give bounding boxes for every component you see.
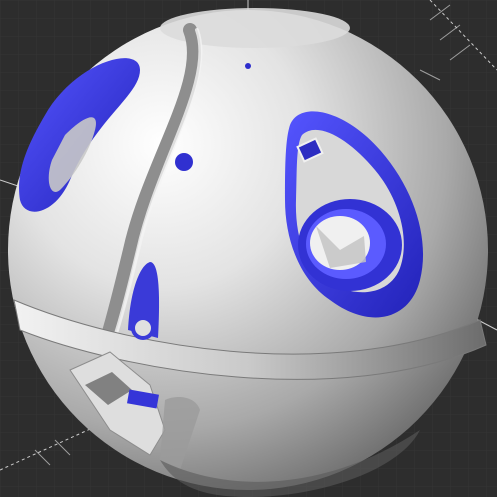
top-pin-hole bbox=[245, 63, 251, 69]
3d-viewport[interactable] bbox=[0, 0, 497, 497]
render-canvas[interactable] bbox=[0, 0, 497, 497]
small-hole bbox=[175, 153, 193, 171]
